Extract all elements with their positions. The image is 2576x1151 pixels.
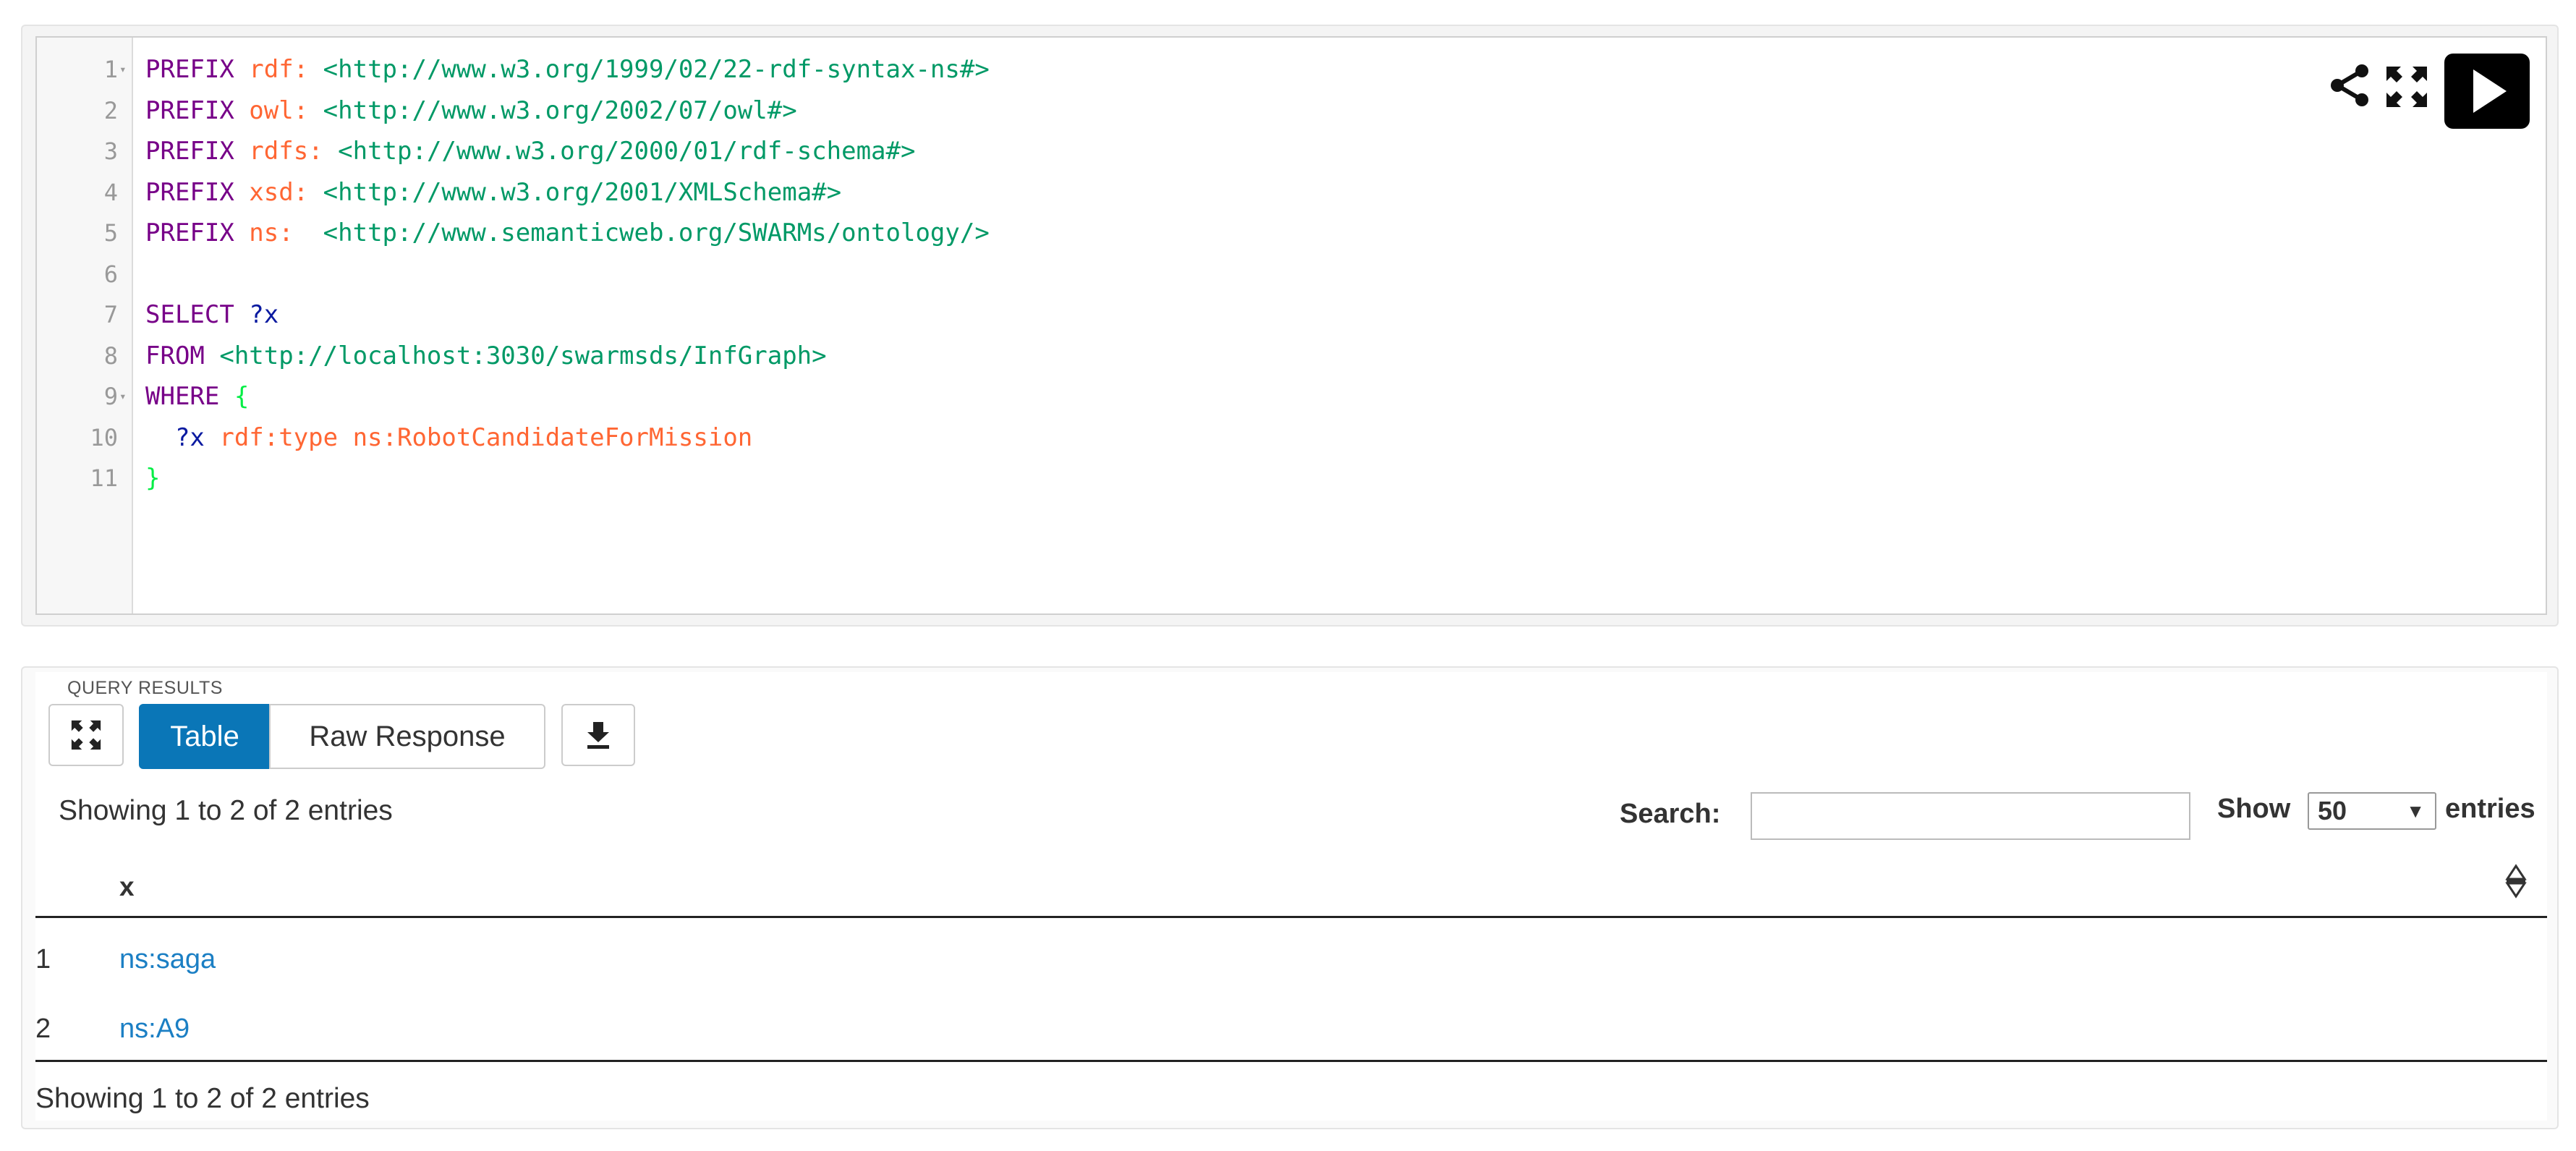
- code-token: rdf:type ns:RobotCandidateForMission: [204, 422, 753, 452]
- line-number: 7: [103, 301, 118, 328]
- code-token: ?x: [145, 422, 205, 452]
- code-token: ?x: [234, 300, 279, 329]
- code-token: owl:: [234, 95, 309, 125]
- code-token: PREFIX: [145, 218, 234, 247]
- line-number: 11: [90, 464, 118, 492]
- entries-label: entries: [2445, 794, 2535, 824]
- entries-per-page-select[interactable]: 50 ▼: [2308, 792, 2436, 830]
- code-token: PREFIX: [145, 55, 234, 84]
- code-token: {: [219, 382, 250, 411]
- fold-arrow-icon[interactable]: ▾: [119, 49, 127, 90]
- table-row: 2 ns:A9: [35, 993, 2547, 1063]
- code-text: }: [145, 458, 160, 499]
- code-token: <http://www.semanticweb.org/SWARMs/ontol…: [293, 218, 990, 247]
- code-line[interactable]: 7 SELECT ?x: [37, 294, 2546, 336]
- code-text: PREFIX rdfs: <http://www.w3.org/2000/01/…: [145, 131, 915, 172]
- code-lines[interactable]: 1 ▾ PREFIX rdf: <http://www.w3.org/1999/02…: [37, 49, 2546, 499]
- code-token: xsd:: [234, 177, 309, 207]
- sparql-editor[interactable]: 1 ▾ PREFIX rdf: <http://www.w3.org/1999/02…: [35, 36, 2547, 615]
- code-line[interactable]: 4 PREFIX xsd: <http://www.w3.org/2001/XML…: [37, 172, 2546, 213]
- code-line[interactable]: 8 FROM <http://localhost:3030/swarmsds/In…: [37, 336, 2546, 377]
- line-number: 10: [90, 423, 118, 451]
- run-query-button[interactable]: [2444, 54, 2530, 129]
- code-token: <http://localhost:3030/swarmsds/InfGraph…: [204, 341, 827, 370]
- table-header-divider: [35, 916, 2547, 918]
- code-token: <http://www.w3.org/2001/XMLSchema#>: [308, 177, 842, 207]
- code-token: PREFIX: [145, 137, 234, 166]
- line-number: 1: [103, 56, 118, 83]
- results-content: QUERY RESULTS Table Raw Response Showing…: [35, 672, 2547, 1121]
- expand-results-button[interactable]: [48, 704, 124, 766]
- query-editor-panel: 1 ▾ PREFIX rdf: <http://www.w3.org/1999/02…: [21, 25, 2559, 627]
- code-token: ns:: [234, 218, 294, 247]
- code-line[interactable]: 1 ▾ PREFIX rdf: <http://www.w3.org/1999/02…: [37, 49, 2546, 90]
- code-token: rdf:: [234, 55, 309, 84]
- code-line[interactable]: 11}: [37, 458, 2546, 499]
- play-icon: [2473, 69, 2507, 113]
- code-token: PREFIX: [145, 95, 234, 125]
- code-text: ?x rdf:type ns:RobotCandidateForMission: [145, 417, 752, 459]
- line-number: 3: [103, 137, 118, 165]
- line-number: 5: [103, 219, 118, 247]
- code-text: PREFIX rdf: <http://www.w3.org/1999/02/2…: [145, 49, 990, 90]
- result-link[interactable]: ns:A9: [119, 1014, 190, 1045]
- code-text: SELECT ?x: [145, 294, 279, 336]
- code-token: SELECT: [145, 300, 234, 329]
- row-index: 1: [35, 944, 51, 974]
- code-token: FROM: [145, 341, 205, 370]
- code-text: WHERE {: [145, 376, 249, 417]
- expand-icon: [71, 720, 101, 750]
- code-line[interactable]: 5 PREFIX ns: <http://www.semanticweb.org/…: [37, 213, 2546, 254]
- line-number: 6: [103, 260, 118, 288]
- code-text: PREFIX ns: <http://www.semanticweb.org/S…: [145, 213, 990, 254]
- code-text: PREFIX owl: <http://www.w3.org/2002/07/o…: [145, 90, 797, 132]
- code-token: }: [145, 464, 161, 493]
- fullscreen-icon[interactable]: [2384, 64, 2430, 110]
- code-token: <http://www.w3.org/1999/02/22-rdf-syntax…: [308, 55, 990, 84]
- code-line[interactable]: 10 ?x rdf:type ns:RobotCandidateForMissi…: [37, 417, 2546, 459]
- code-token: rdfs:: [234, 137, 323, 166]
- download-results-button[interactable]: [561, 704, 635, 766]
- code-token: <http://www.w3.org/2002/07/owl#>: [308, 95, 797, 125]
- code-line[interactable]: 2 PREFIX owl: <http://www.w3.org/2002/07/…: [37, 90, 2546, 132]
- line-number: 9: [103, 383, 118, 410]
- code-line[interactable]: 6: [37, 254, 2546, 295]
- search-input[interactable]: [1751, 792, 2190, 840]
- download-icon: [587, 722, 609, 749]
- code-token: PREFIX: [145, 177, 234, 207]
- results-label: QUERY RESULTS: [67, 678, 223, 698]
- chevron-down-icon: ▼: [2406, 800, 2425, 822]
- result-link[interactable]: ns:saga: [119, 944, 216, 975]
- table-info-bottom: Showing 1 to 2 of 2 entries: [35, 1083, 370, 1114]
- entries-per-page-value: 50: [2318, 796, 2347, 825]
- show-label: Show: [2217, 794, 2291, 824]
- code-token: <http://www.w3.org/2000/01/rdf-schema#>: [323, 137, 916, 166]
- row-index: 2: [35, 1014, 51, 1044]
- table-footer-divider: [35, 1060, 2547, 1062]
- column-header-x[interactable]: x: [119, 872, 135, 902]
- code-line[interactable]: 3 PREFIX rdfs: <http://www.w3.org/2000/01…: [37, 131, 2546, 172]
- tab-table[interactable]: Table: [139, 704, 271, 769]
- search-label: Search:: [1620, 799, 1721, 829]
- table-row: 1 ns:saga: [35, 924, 2547, 993]
- code-line[interactable]: 9 ▾ WHERE {: [37, 376, 2546, 417]
- fold-arrow-icon[interactable]: ▾: [119, 376, 127, 417]
- line-number: 4: [103, 178, 118, 206]
- tab-raw-response[interactable]: Raw Response: [269, 704, 545, 769]
- code-token: WHERE: [145, 382, 220, 411]
- table-info-top: Showing 1 to 2 of 2 entries: [59, 795, 393, 826]
- line-number: 2: [103, 96, 118, 124]
- code-text: PREFIX xsd: <http://www.w3.org/2001/XMLS…: [145, 172, 841, 213]
- code-text: FROM <http://localhost:3030/swarmsds/Inf…: [145, 336, 827, 377]
- line-number: 8: [103, 341, 118, 370]
- share-icon[interactable]: [2329, 62, 2375, 109]
- query-results-panel: QUERY RESULTS Table Raw Response Showing…: [21, 666, 2559, 1129]
- sort-icon[interactable]: [2504, 863, 2528, 899]
